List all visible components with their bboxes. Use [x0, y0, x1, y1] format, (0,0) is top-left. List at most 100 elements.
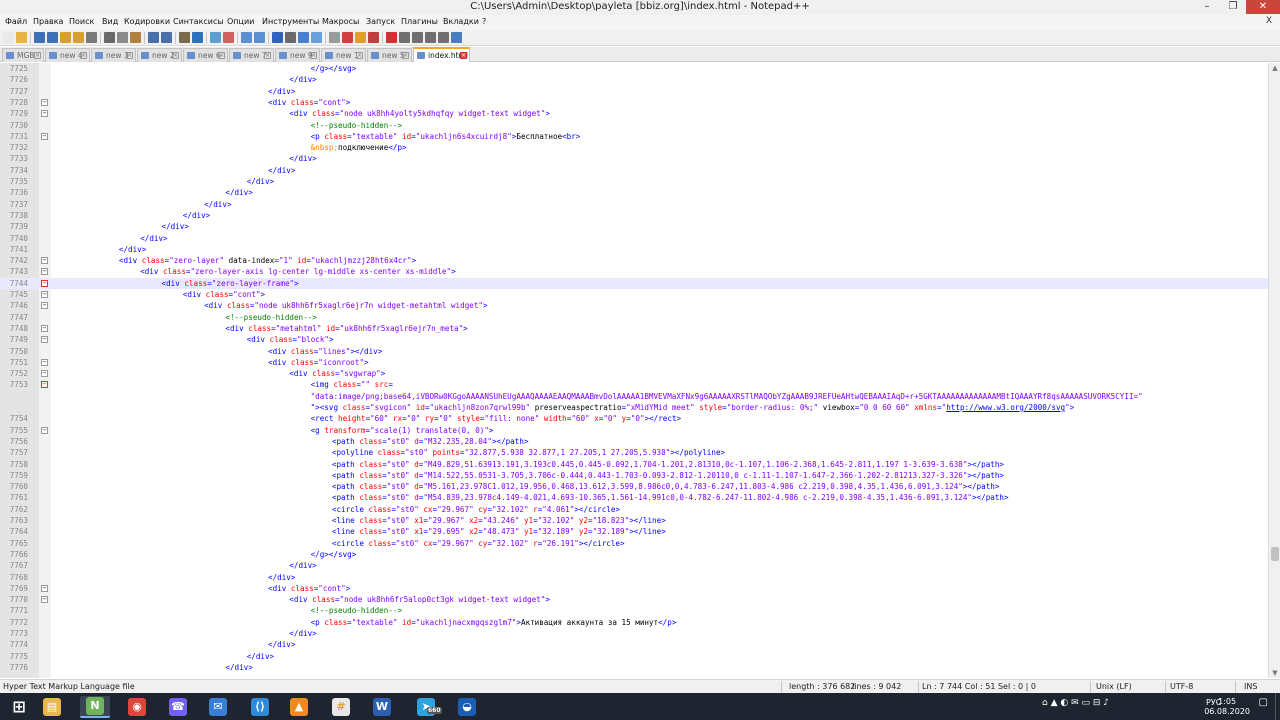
code-editor[interactable]: 7725 </g></svg> 7726 </div> 7727 </div> 7728 − <…	[0, 63, 1280, 678]
code-line[interactable]: 7751 − <div class="iconroot">	[0, 357, 1268, 368]
file-explorer-icon[interactable]: ▤	[37, 696, 67, 718]
minimize-button[interactable]: –	[1194, 0, 1220, 14]
play-macro-icon[interactable]	[412, 32, 423, 43]
code-line[interactable]: 7745 − <div class="cont">	[0, 289, 1268, 300]
stop-macro-icon[interactable]	[399, 32, 410, 43]
scroll-thumb[interactable]	[1271, 547, 1279, 561]
code-line[interactable]: 7767 </div>	[0, 560, 1268, 571]
play-multiple-icon[interactable]	[425, 32, 436, 43]
vertical-scrollbar[interactable]: ▲ ▼	[1268, 63, 1280, 678]
code-line[interactable]: 7773 </div>	[0, 628, 1268, 639]
monitoring-icon[interactable]	[368, 32, 379, 43]
sync-horizontal-icon[interactable]	[254, 32, 265, 43]
code-line[interactable]: 7776 </div>	[0, 662, 1268, 673]
taskbar-clock[interactable]: 1:05 06.08.2020	[1204, 697, 1250, 717]
copy-icon[interactable]	[117, 32, 128, 43]
code-line[interactable]: 7727 </div>	[0, 86, 1268, 97]
fold-toggle-icon[interactable]: −	[41, 110, 48, 118]
slack-icon[interactable]: #	[326, 696, 356, 718]
tab-mgb[interactable]: MGB ×	[2, 48, 44, 62]
tab-close-icon[interactable]: ×	[310, 52, 317, 59]
redo-icon[interactable]	[161, 32, 172, 43]
code-line[interactable]: "data:image/png;base64,iVBORw0KGgoAAAANS…	[0, 391, 1268, 402]
code-line[interactable]: 7731 − <p class="textable" id="ukachljn6s4…	[0, 131, 1268, 142]
folder-workspace-icon[interactable]	[355, 32, 366, 43]
tab-close-icon[interactable]: ×	[126, 52, 133, 59]
show-desktop-button[interactable]	[1275, 693, 1280, 720]
close-all-icon[interactable]	[73, 32, 84, 43]
tab-close-icon[interactable]: ×	[356, 52, 363, 59]
find-icon[interactable]	[179, 32, 190, 43]
code-line[interactable]: 7748 − <div class="metahtml" id="uk8hh6fr5…	[0, 323, 1268, 334]
notepad-plus-plus-icon[interactable]: N	[80, 696, 110, 718]
code-line[interactable]: 7735 </div>	[0, 176, 1268, 187]
print-icon[interactable]	[86, 32, 97, 43]
indent-guide-icon[interactable]	[298, 32, 309, 43]
code-line[interactable]: 7733 </div>	[0, 153, 1268, 164]
tab-new-9[interactable]: new 9 ×	[275, 48, 320, 62]
tab-close-icon[interactable]: ×	[264, 52, 271, 59]
menu-edit[interactable]: Правка	[33, 17, 63, 26]
code-line[interactable]: 7764 <line class="st0" x1="29.695" x2="48…	[0, 526, 1268, 537]
replace-icon[interactable]	[192, 32, 203, 43]
paste-icon[interactable]	[130, 32, 141, 43]
code-line[interactable]: 7760 <path class="st0" d="M5.161,23.978C1…	[0, 481, 1268, 492]
app-blue-icon[interactable]: ◒	[452, 696, 482, 718]
tray-icons[interactable]: ⌂ ▲ ◐ ✉ ▭ ⊟ ♪	[1042, 698, 1109, 708]
close-document-button[interactable]: X	[1266, 16, 1272, 26]
tab-new-6[interactable]: new 6 ×	[183, 48, 228, 62]
word-icon[interactable]: W	[367, 696, 397, 718]
udl-icon[interactable]	[311, 32, 322, 43]
function-list-icon[interactable]	[342, 32, 353, 43]
tab-close-icon[interactable]: ×	[34, 52, 41, 59]
notification-icon[interactable]: ▢	[1259, 697, 1268, 708]
fold-toggle-icon[interactable]: −	[41, 302, 48, 310]
doc-map-icon[interactable]	[329, 32, 340, 43]
cut-icon[interactable]	[104, 32, 115, 43]
tab-new-5[interactable]: new 5 ×	[367, 48, 412, 62]
code-line[interactable]: 7758 <path class="st0" d="M49.829,51.6391…	[0, 459, 1268, 470]
code-line[interactable]: 7743 − <div class="zero-layer-axis lg-cent…	[0, 266, 1268, 277]
vscode-icon[interactable]: ⟨⟩	[245, 696, 275, 718]
code-line[interactable]: 7737 </div>	[0, 199, 1268, 210]
tab-new-2[interactable]: new 2 ×	[137, 48, 182, 62]
code-line[interactable]: 7726 </div>	[0, 74, 1268, 85]
tab-new-4[interactable]: new 4 ×	[45, 48, 90, 62]
windows-start-icon[interactable]: ⊞	[4, 696, 34, 718]
menu-encoding[interactable]: Кодировки	[124, 17, 170, 26]
code-line[interactable]: 7763 <line class="st0" x1="29.967" x2="43…	[0, 515, 1268, 526]
code-line[interactable]: 7734 </div>	[0, 165, 1268, 176]
code-line[interactable]: 7759 <path class="st0" d="M14.522,55.0531…	[0, 470, 1268, 481]
menu-plugins[interactable]: Плагины	[401, 17, 438, 26]
tab-new-7[interactable]: new 7 ×	[229, 48, 274, 62]
code-line[interactable]: 7752 − <div class="svgwrap">	[0, 368, 1268, 379]
restore-button[interactable]: ❐	[1220, 0, 1246, 14]
code-line[interactable]: 7768 </div>	[0, 572, 1268, 583]
tab-index-html[interactable]: index.html ×	[413, 47, 470, 62]
fold-toggle-icon[interactable]: −	[41, 426, 48, 434]
zoom-out-icon[interactable]	[223, 32, 234, 43]
code-line[interactable]: 7775 </div>	[0, 651, 1268, 662]
close-button[interactable]: ✕	[1246, 0, 1280, 14]
fold-toggle-icon[interactable]: −	[41, 336, 48, 344]
code-line[interactable]: 7766 </g></svg>	[0, 549, 1268, 560]
code-line[interactable]: 7742 − <div class="zero-layer" data-index=…	[0, 255, 1268, 266]
fold-toggle-icon[interactable]: −	[41, 98, 48, 106]
fold-toggle-icon[interactable]: −	[41, 279, 48, 287]
menu-file[interactable]: Файл	[5, 17, 27, 26]
save-icon[interactable]	[34, 32, 45, 43]
record-macro-icon[interactable]	[386, 32, 397, 43]
tab-new-3[interactable]: new 3 ×	[91, 48, 136, 62]
vlc-icon[interactable]: ▲	[284, 696, 314, 718]
menu-run[interactable]: Запуск	[366, 17, 395, 26]
fold-toggle-icon[interactable]: −	[41, 257, 48, 265]
launch-icon[interactable]	[451, 32, 462, 43]
open-file-icon[interactable]	[16, 32, 27, 43]
code-line[interactable]: 7755 − <g transform="scale(1) translate(0,…	[0, 425, 1268, 436]
fold-toggle-icon[interactable]: −	[41, 370, 48, 378]
thunderbird-icon[interactable]: ✉	[203, 696, 233, 718]
telegram-icon[interactable]: ➤ 660	[411, 696, 442, 718]
word-wrap-icon[interactable]	[272, 32, 283, 43]
scroll-down-icon[interactable]: ▼	[1269, 668, 1280, 678]
menu-tabs[interactable]: Вкладки	[443, 17, 479, 26]
